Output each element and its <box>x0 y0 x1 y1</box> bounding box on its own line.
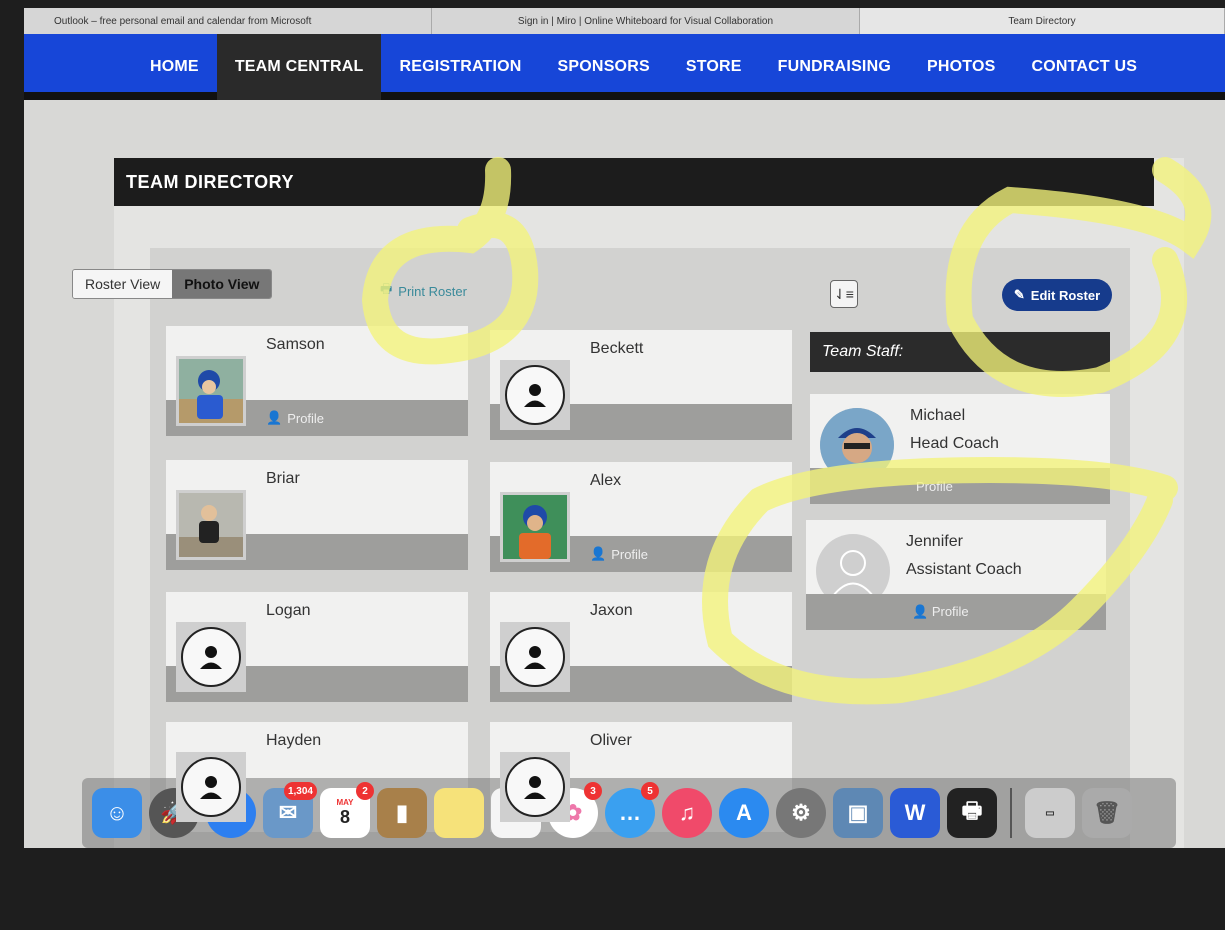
staff-card-michael[interactable]: Michael Head Coach Profile <box>810 394 1110 504</box>
nav-photos[interactable]: PHOTOS <box>909 34 1013 100</box>
view-toggle: Roster View Photo View <box>72 269 273 299</box>
sort-button[interactable]: ⇃≡ <box>830 280 858 308</box>
staff-role: Assistant Coach <box>906 561 1022 578</box>
staff-name: Jennifer <box>906 533 963 550</box>
roster-view-button[interactable]: Roster View <box>73 270 173 298</box>
macos-dock: ☺ 🚀 ✦ ✉1,304 MAY82 ▮ ≡22 ✿3 …5 ♫ A ⚙ ▣ W… <box>82 778 1176 848</box>
player-avatar <box>500 360 570 430</box>
player-avatar <box>500 752 570 822</box>
player-name: Beckett <box>590 340 644 357</box>
nav-store[interactable]: STORE <box>668 34 760 100</box>
person-icon <box>524 776 546 799</box>
profile-link[interactable]: 👤 Profile <box>266 410 324 426</box>
tab-miro[interactable]: Sign in | Miro | Online Whiteboard for V… <box>432 8 860 34</box>
staff-info: Jennifer Assistant Coach <box>906 528 1022 584</box>
nav-home[interactable]: HOME <box>132 34 217 100</box>
nav-contact-us[interactable]: CONTACT US <box>1013 34 1155 100</box>
calendar-badge: 2 <box>356 782 374 800</box>
browser-tab-bar: Outlook – free personal email and calend… <box>24 8 1225 34</box>
player-name: Jaxon <box>590 602 633 619</box>
staff-name: Michael <box>910 407 966 424</box>
profile-label: Profile <box>611 546 649 562</box>
dock-separator <box>1010 788 1012 838</box>
person-icon: 👤 <box>912 604 932 619</box>
person-icon <box>524 384 546 407</box>
person-icon <box>524 646 546 669</box>
player-avatar <box>176 622 246 692</box>
person-icon <box>200 776 222 799</box>
player-photo <box>176 356 246 426</box>
page-title: TEAM DIRECTORY <box>114 158 1154 206</box>
profile-label: Profile <box>287 410 325 426</box>
profile-link[interactable]: Profile <box>916 479 953 494</box>
staff-card-jennifer[interactable]: Jennifer Assistant Coach 👤 Profile <box>806 520 1106 630</box>
screen: Outlook – free personal email and calend… <box>24 8 1225 848</box>
music-icon[interactable]: ♫ <box>662 788 712 838</box>
print-roster-link[interactable]: 🖶 Print Roster <box>380 280 467 302</box>
photo-view-button[interactable]: Photo View <box>172 270 272 298</box>
player-card-alex[interactable]: Alex 👤 Profile <box>490 462 792 572</box>
messages-badge: 5 <box>641 782 659 800</box>
print-roster-label: Print Roster <box>398 283 467 299</box>
player-photo <box>176 490 246 560</box>
team-staff-header: Team Staff: <box>810 332 1110 372</box>
document-stack-icon[interactable]: ▭ <box>1025 788 1075 838</box>
player-name: Briar <box>266 470 300 487</box>
female-avatar-icon <box>832 550 874 597</box>
word-icon[interactable]: W <box>890 788 940 838</box>
printer-icon[interactable]: 🖶 <box>947 788 997 838</box>
preview-icon[interactable]: ▣ <box>833 788 883 838</box>
profile-link[interactable]: 👤 Profile <box>912 604 969 620</box>
nav-registration[interactable]: REGISTRATION <box>381 34 539 100</box>
player-card-samson[interactable]: Samson 👤 Profile <box>166 326 468 436</box>
player-avatar <box>500 622 570 692</box>
system-preferences-icon[interactable]: ⚙ <box>776 788 826 838</box>
player-card-briar[interactable]: Briar <box>166 460 468 570</box>
player-avatar <box>176 752 246 822</box>
player-name: Alex <box>590 472 622 489</box>
profile-link[interactable]: 👤 Profile <box>590 546 648 562</box>
staff-info: Michael Head Coach <box>910 402 999 458</box>
tab-team-directory[interactable]: Team Directory <box>860 8 1225 34</box>
app-store-icon[interactable]: A <box>719 788 769 838</box>
site-nav: HOME TEAM CENTRAL REGISTRATION SPONSORS … <box>24 34 1225 100</box>
profile-label: Profile <box>931 604 969 619</box>
player-card-logan[interactable]: Logan <box>166 592 468 702</box>
trash-icon[interactable]: 🗑 <box>1082 788 1132 838</box>
player-photo <box>500 492 570 562</box>
calendar-month: MAY <box>336 798 354 807</box>
calendar-day: 8 <box>339 807 350 827</box>
player-name: Hayden <box>266 732 322 749</box>
player-name: Samson <box>266 336 325 353</box>
calendar-icon[interactable]: MAY 8 2 <box>320 782 374 838</box>
printer-icon: 🖶 <box>380 281 393 296</box>
person-icon <box>200 646 222 669</box>
card-footer <box>810 468 1110 504</box>
player-card-jaxon[interactable]: Jaxon <box>490 592 792 702</box>
edit-roster-button[interactable]: ✎ Edit Roster <box>1002 279 1112 311</box>
sort-icon: ⇃≡ <box>834 285 854 302</box>
mail-icon[interactable]: ✉ 1,304 <box>263 782 317 838</box>
finder-icon[interactable]: ☺ <box>92 788 142 838</box>
pencil-icon: ✎ <box>1013 287 1025 302</box>
nav-team-central[interactable]: TEAM CENTRAL <box>216 34 382 100</box>
player-card-beckett[interactable]: Beckett <box>490 330 792 440</box>
nav-fundraising[interactable]: FUNDRAISING <box>760 34 909 100</box>
contacts-icon[interactable]: ▮ <box>377 788 427 838</box>
mail-badge: 1,304 <box>283 782 317 800</box>
tab-outlook[interactable]: Outlook – free personal email and calend… <box>24 8 432 34</box>
messages-icon[interactable]: … 5 <box>605 782 659 838</box>
notes-icon[interactable] <box>434 788 484 838</box>
staff-role: Head Coach <box>910 435 999 452</box>
person-icon: 👤 <box>590 546 607 561</box>
edit-roster-label: Edit Roster <box>1030 287 1101 303</box>
player-name: Oliver <box>590 732 632 749</box>
person-icon: 👤 <box>266 410 283 425</box>
nav-sponsors[interactable]: SPONSORS <box>540 34 668 100</box>
player-name: Logan <box>266 602 311 619</box>
photos-badge: 3 <box>584 782 602 800</box>
